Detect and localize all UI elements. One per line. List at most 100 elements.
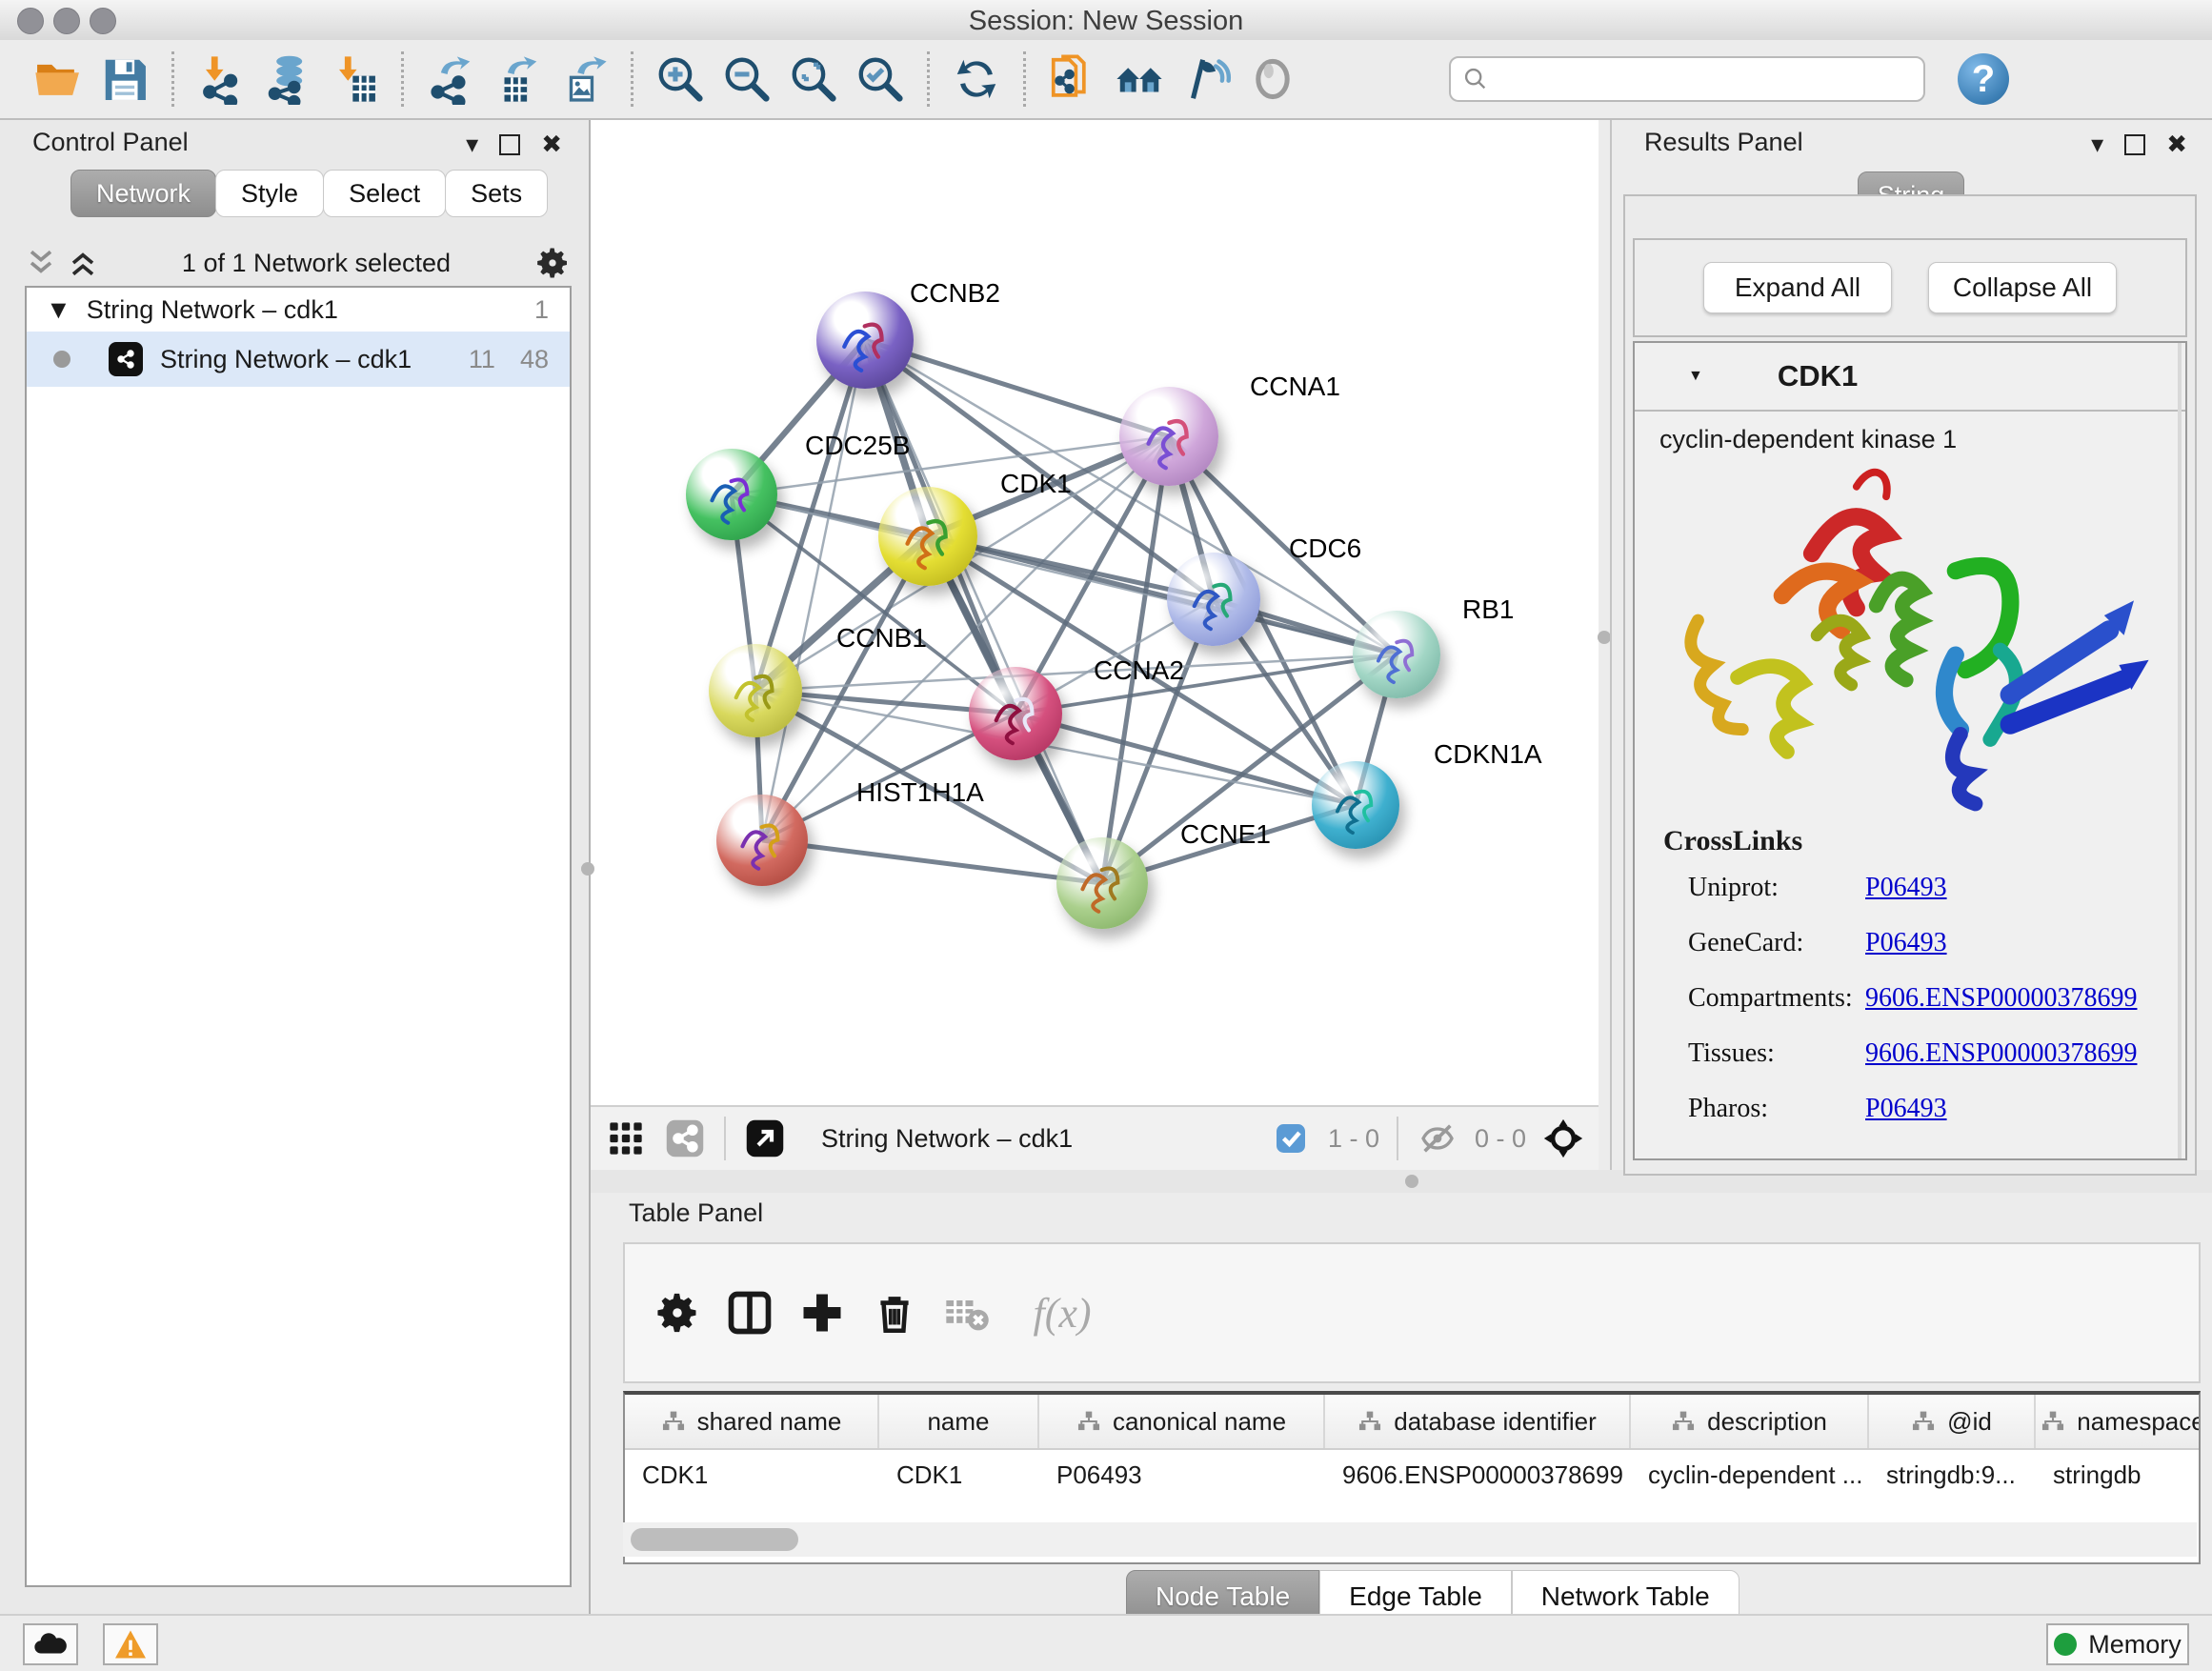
crosslink-link[interactable]: P06493 bbox=[1865, 1094, 1947, 1124]
refresh-icon[interactable] bbox=[948, 50, 1005, 108]
hidden-eye-icon[interactable] bbox=[1416, 1117, 1459, 1160]
cell-description[interactable]: cyclin-dependent ... bbox=[1631, 1450, 1869, 1500]
panel-float-icon[interactable] bbox=[499, 134, 520, 155]
collapse-all-icon[interactable] bbox=[25, 249, 57, 277]
node-CCNB2[interactable] bbox=[816, 292, 914, 389]
cell-namespace[interactable]: stringdb bbox=[2036, 1450, 2201, 1500]
crosslink-link[interactable]: 9606.ENSP00000378699 bbox=[1865, 983, 2137, 1014]
edge-HIST1H1A-CCNE1[interactable] bbox=[762, 840, 1102, 883]
crosslink-link[interactable]: P06493 bbox=[1865, 873, 1947, 903]
splitter-handle[interactable] bbox=[581, 862, 594, 876]
birds-eye-grid-icon[interactable] bbox=[604, 1117, 648, 1160]
results-scrollbar[interactable] bbox=[2178, 343, 2182, 1158]
column-header-canonical-name[interactable]: canonical name bbox=[1039, 1395, 1325, 1448]
cell--id[interactable]: stringdb:9... bbox=[1869, 1450, 2036, 1500]
column-header-shared-name[interactable]: shared name bbox=[625, 1395, 879, 1448]
cell-name[interactable]: CDK1 bbox=[879, 1450, 1039, 1500]
panel-close-icon[interactable]: ✖ bbox=[2166, 130, 2187, 159]
node-CDK1[interactable] bbox=[878, 487, 977, 586]
hide-glasses-icon[interactable] bbox=[1177, 50, 1235, 108]
section-collapse-icon[interactable]: ▼ bbox=[1688, 368, 1703, 385]
import-network-icon[interactable] bbox=[192, 50, 250, 108]
column-header-namespace[interactable]: namespace bbox=[2036, 1395, 2201, 1448]
table-horizontal-scrollbar[interactable] bbox=[623, 1522, 2197, 1557]
eye-icon[interactable] bbox=[1244, 50, 1301, 108]
fit-content-crosshair-icon[interactable] bbox=[1541, 1117, 1585, 1160]
expand-all-icon[interactable] bbox=[67, 249, 99, 277]
panel-float-icon[interactable] bbox=[2124, 134, 2145, 155]
gene-section-header[interactable]: ▼ CDK1 bbox=[1635, 343, 2185, 412]
memory-button[interactable]: Memory bbox=[2046, 1623, 2189, 1665]
collection-count: 1 bbox=[534, 295, 549, 325]
node-CCNE1[interactable] bbox=[1056, 837, 1148, 929]
protein-ribbon-thumbnail bbox=[1366, 624, 1427, 685]
homes-icon[interactable] bbox=[1111, 50, 1168, 108]
collapse-all-button[interactable]: Collapse All bbox=[1928, 262, 2117, 313]
node-HIST1H1A[interactable] bbox=[716, 795, 808, 886]
selected-checkbox-icon[interactable] bbox=[1269, 1117, 1313, 1160]
gear-icon[interactable] bbox=[533, 244, 572, 282]
protein-structure-image bbox=[1654, 442, 2168, 814]
column-header-database-identifier[interactable]: database identifier bbox=[1325, 1395, 1631, 1448]
network-collection-row[interactable]: ▼ String Network – cdk1 1 bbox=[27, 288, 570, 332]
splitter-handle[interactable] bbox=[1405, 1175, 1418, 1188]
table-row[interactable]: CDK1CDK1P064939606.ENSP00000378699cyclin… bbox=[625, 1450, 2199, 1500]
node-CDC25B[interactable] bbox=[686, 449, 777, 540]
tab-network[interactable]: Network bbox=[70, 170, 216, 217]
scrollbar-thumb[interactable] bbox=[631, 1528, 798, 1551]
delete-table-icon[interactable] bbox=[937, 1283, 996, 1342]
crosslink-link[interactable]: P06493 bbox=[1865, 928, 1947, 958]
share-document-icon[interactable] bbox=[1044, 50, 1101, 108]
export-image-icon[interactable] bbox=[555, 50, 613, 108]
node-CDKN1A[interactable] bbox=[1312, 761, 1399, 849]
tree-expand-icon[interactable]: ▼ bbox=[46, 295, 71, 325]
expand-all-button[interactable]: Expand All bbox=[1703, 262, 1892, 313]
column-header-description[interactable]: description bbox=[1631, 1395, 1869, 1448]
cloud-button[interactable] bbox=[23, 1623, 78, 1665]
crosslink-link[interactable]: 9606.ENSP00000378699 bbox=[1865, 1038, 2137, 1069]
share-network-icon[interactable] bbox=[663, 1117, 707, 1160]
zoom-selected-icon[interactable] bbox=[852, 50, 909, 108]
export-network-icon[interactable] bbox=[422, 50, 479, 108]
node-CCNA2[interactable] bbox=[969, 667, 1062, 760]
tab-sets[interactable]: Sets bbox=[445, 170, 548, 217]
search-field[interactable] bbox=[1489, 64, 1893, 95]
columns-icon[interactable] bbox=[720, 1283, 779, 1342]
help-icon[interactable]: ? bbox=[1958, 53, 2009, 105]
network-canvas[interactable]: CCNB2CCNA1CDC25BCDK1CDC6RB1CCNB1CCNA2CDK… bbox=[591, 120, 1599, 1105]
column-header-name[interactable]: name bbox=[879, 1395, 1039, 1448]
gear-icon[interactable] bbox=[648, 1283, 707, 1342]
export-table-icon[interactable] bbox=[489, 50, 546, 108]
zoom-in-icon[interactable] bbox=[652, 50, 709, 108]
panel-menu-icon[interactable]: ▾ bbox=[466, 130, 478, 159]
cell-shared-name[interactable]: CDK1 bbox=[625, 1450, 879, 1500]
gene-section: ▼ CDK1 cyclin-dependent kinase 1 bbox=[1633, 341, 2187, 1160]
save-icon[interactable] bbox=[96, 50, 153, 108]
import-database-icon[interactable] bbox=[259, 50, 316, 108]
open-folder-icon[interactable] bbox=[30, 50, 87, 108]
import-table-icon[interactable] bbox=[326, 50, 383, 108]
warning-button[interactable] bbox=[103, 1623, 158, 1665]
cell-canonical-name[interactable]: P06493 bbox=[1039, 1450, 1325, 1500]
node-CCNA1[interactable] bbox=[1119, 387, 1218, 486]
network-row-selected[interactable]: String Network – cdk1 11 48 bbox=[27, 332, 570, 387]
node-CCNB1[interactable] bbox=[709, 644, 802, 737]
zoom-out-icon[interactable] bbox=[718, 50, 775, 108]
edge-CCNB2-HIST1H1A[interactable] bbox=[762, 340, 865, 840]
panel-close-icon[interactable]: ✖ bbox=[541, 130, 562, 159]
trash-icon[interactable] bbox=[865, 1283, 924, 1342]
node-CDC6[interactable] bbox=[1167, 553, 1260, 646]
edge-RB1-CCNA2[interactable] bbox=[1016, 654, 1397, 714]
cell-database-identifier[interactable]: 9606.ENSP00000378699 bbox=[1325, 1450, 1631, 1500]
open-in-window-icon[interactable] bbox=[743, 1117, 787, 1160]
column-header--id[interactable]: @id bbox=[1869, 1395, 2036, 1448]
add-icon[interactable] bbox=[793, 1283, 852, 1342]
node-RB1[interactable] bbox=[1353, 611, 1440, 698]
tab-select[interactable]: Select bbox=[323, 170, 446, 217]
zoom-fit-icon[interactable] bbox=[785, 50, 842, 108]
tab-style[interactable]: Style bbox=[215, 170, 324, 217]
function-icon[interactable]: f(x) bbox=[1010, 1283, 1115, 1342]
search-input[interactable] bbox=[1449, 56, 1925, 102]
splitter-handle[interactable] bbox=[1598, 631, 1611, 644]
panel-menu-icon[interactable]: ▾ bbox=[2091, 130, 2103, 159]
